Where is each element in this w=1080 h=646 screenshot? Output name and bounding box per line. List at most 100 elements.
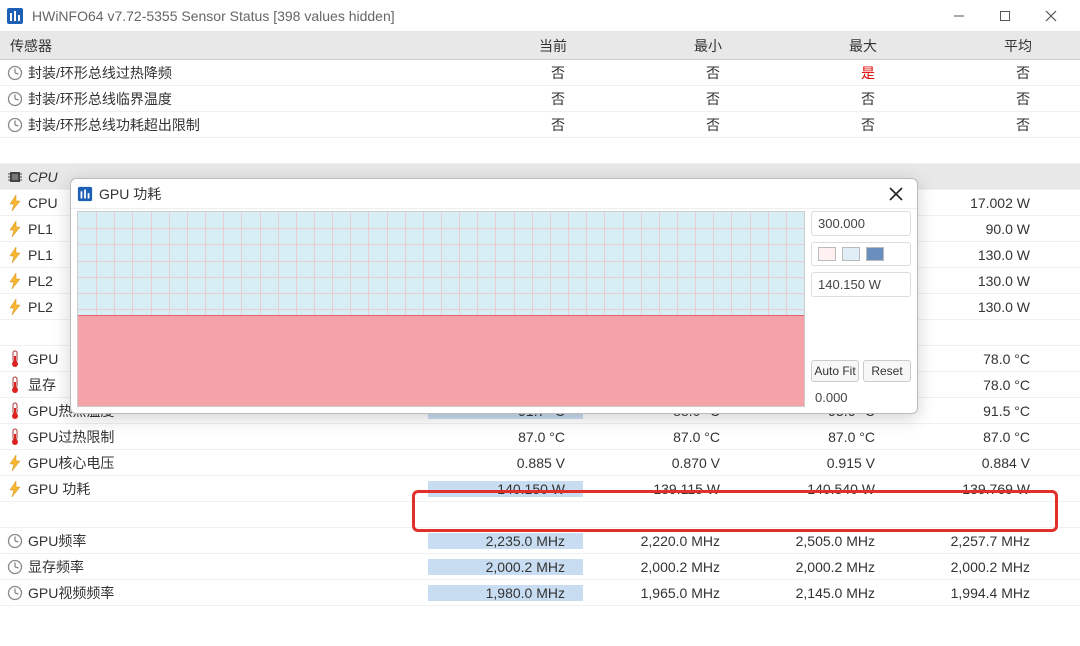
value-cell: 2,000.2 MHz: [893, 559, 1048, 575]
value-cell: 1,965.0 MHz: [583, 585, 738, 601]
value-cell: 140.540 W: [738, 481, 893, 497]
sensor-row[interactable]: GPU核心电压0.885 V0.870 V0.915 V0.884 V: [0, 450, 1080, 476]
bolt-icon: [6, 480, 24, 498]
bolt-icon: [6, 246, 24, 264]
row-label: GPU 功耗: [28, 479, 428, 499]
chart-side-panel: 300.000 140.150 W Auto Fit Reset 0.000: [811, 211, 911, 407]
row-label: GPU核心电压: [28, 453, 428, 473]
value-cell: 87.0 °C: [583, 429, 738, 445]
col-sensor[interactable]: 传感器: [0, 32, 430, 59]
y-max-label: 300.000: [811, 211, 911, 236]
minimize-button[interactable]: [936, 0, 982, 32]
reset-button[interactable]: Reset: [863, 360, 911, 382]
row-label: GPU频率: [28, 531, 428, 551]
sensor-row[interactable]: GPU过热限制87.0 °C87.0 °C87.0 °C87.0 °C: [0, 424, 1080, 450]
value-cell: 否: [738, 115, 893, 135]
sensor-row[interactable]: GPU 功耗140.150 W139.115 W140.540 W139.769…: [0, 476, 1080, 502]
value-cell: 否: [428, 63, 583, 83]
y-min-label: 0.000: [811, 388, 911, 407]
app-icon: [6, 7, 24, 25]
maximize-button[interactable]: [982, 0, 1028, 32]
window-title: HWiNFO64 v7.72-5355 Sensor Status [398 v…: [32, 8, 936, 24]
swatch-2[interactable]: [842, 247, 860, 261]
bolt-icon: [6, 194, 24, 212]
legend-swatches[interactable]: [811, 242, 911, 266]
main-titlebar: HWiNFO64 v7.72-5355 Sensor Status [398 v…: [0, 0, 1080, 32]
row-label: 显存频率: [28, 557, 428, 577]
clock-icon: [6, 532, 24, 550]
close-button[interactable]: [1028, 0, 1074, 32]
popup-title: GPU 功耗: [99, 184, 161, 204]
col-avg[interactable]: 平均: [895, 32, 1050, 59]
therm-icon: [6, 376, 24, 394]
clock-icon: [6, 90, 24, 108]
clock-icon: [6, 116, 24, 134]
value-cell: 87.0 °C: [428, 429, 583, 445]
chip-icon: [6, 168, 24, 186]
popup-close-button[interactable]: [881, 179, 911, 209]
value-cell: 1,980.0 MHz: [428, 585, 583, 601]
value-cell: 2,257.7 MHz: [893, 533, 1048, 549]
value-cell: 87.0 °C: [738, 429, 893, 445]
popup-titlebar[interactable]: GPU 功耗: [71, 179, 917, 209]
clock-icon: [6, 64, 24, 82]
value-cell: 否: [428, 89, 583, 109]
value-cell: 1,994.4 MHz: [893, 585, 1048, 601]
value-cell: 2,505.0 MHz: [738, 533, 893, 549]
therm-icon: [6, 402, 24, 420]
window-controls: [936, 0, 1074, 32]
value-cell: 否: [428, 115, 583, 135]
clock-icon: [6, 558, 24, 576]
sensor-row[interactable]: GPU频率2,235.0 MHz2,220.0 MHz2,505.0 MHz2,…: [0, 528, 1080, 554]
value-cell: 否: [583, 89, 738, 109]
swatch-1[interactable]: [818, 247, 836, 261]
value-cell: 2,000.2 MHz: [738, 559, 893, 575]
value-cell: 139.769 W: [893, 481, 1048, 497]
current-value-label: 140.150 W: [811, 272, 911, 297]
value-cell: 否: [583, 115, 738, 135]
value-cell: 2,000.2 MHz: [428, 559, 583, 575]
value-cell: 0.870 V: [583, 455, 738, 471]
col-min[interactable]: 最小: [585, 32, 740, 59]
bolt-icon: [6, 298, 24, 316]
sensor-row[interactable]: 封装/环形总线功耗超出限制否否否否: [0, 112, 1080, 138]
graph-popup: GPU 功耗 300.000 140.150 W Auto Fit Reset …: [70, 178, 918, 414]
value-cell: 0.884 V: [893, 455, 1048, 471]
bolt-icon: [6, 220, 24, 238]
value-cell: 否: [893, 115, 1048, 135]
therm-icon: [6, 428, 24, 446]
autofit-button[interactable]: Auto Fit: [811, 360, 859, 382]
clock-icon: [6, 584, 24, 602]
sensor-row[interactable]: 显存频率2,000.2 MHz2,000.2 MHz2,000.2 MHz2,0…: [0, 554, 1080, 580]
row-label: 封装/环形总线功耗超出限制: [28, 115, 428, 135]
row-label: GPU视频频率: [28, 583, 428, 603]
chart-canvas[interactable]: [77, 211, 805, 407]
sensor-row[interactable]: GPU视频频率1,980.0 MHz1,965.0 MHz2,145.0 MHz…: [0, 580, 1080, 606]
app-icon: [77, 186, 93, 202]
value-cell: 2,220.0 MHz: [583, 533, 738, 549]
value-cell: 87.0 °C: [893, 429, 1048, 445]
col-max[interactable]: 最大: [740, 32, 895, 59]
sensor-row[interactable]: 封装/环形总线临界温度否否否否: [0, 86, 1080, 112]
sensor-row[interactable]: 封装/环形总线过热降频否否是否: [0, 60, 1080, 86]
bolt-icon: [6, 454, 24, 472]
row-label: 封装/环形总线临界温度: [28, 89, 428, 109]
value-cell: 0.915 V: [738, 455, 893, 471]
value-cell: 0.885 V: [428, 455, 583, 471]
col-current[interactable]: 当前: [430, 32, 585, 59]
value-cell: 140.150 W: [428, 481, 583, 497]
value-cell: 2,145.0 MHz: [738, 585, 893, 601]
value-cell: 139.115 W: [583, 481, 738, 497]
value-cell: 否: [738, 89, 893, 109]
value-cell: 2,235.0 MHz: [428, 533, 583, 549]
value-cell: 否: [893, 89, 1048, 109]
value-cell: 2,000.2 MHz: [583, 559, 738, 575]
value-cell: 否: [583, 63, 738, 83]
row-label: 封装/环形总线过热降频: [28, 63, 428, 83]
swatch-3[interactable]: [866, 247, 884, 261]
value-cell: 是: [738, 63, 893, 83]
bolt-icon: [6, 272, 24, 290]
value-cell: 否: [893, 63, 1048, 83]
column-headers: 传感器 当前 最小 最大 平均: [0, 32, 1080, 60]
row-label: GPU过热限制: [28, 427, 428, 447]
